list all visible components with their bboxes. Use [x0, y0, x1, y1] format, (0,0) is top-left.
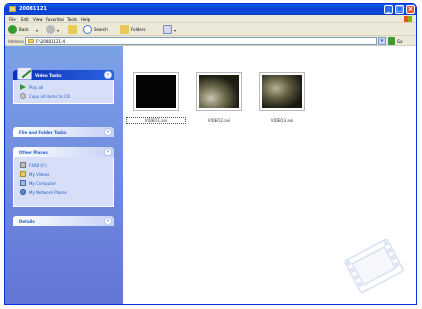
play-icon	[20, 84, 26, 90]
file-thumbnail[interactable]: VIDEO2.avi	[196, 72, 242, 123]
file-view[interactable]: VIDEO1.avi VIDEO2.avi VIDEO3.avi	[123, 46, 416, 304]
details-title: Details	[19, 219, 35, 224]
address-dropdown[interactable]: ▾	[378, 37, 386, 45]
cd-icon	[20, 93, 26, 99]
up-folder-button[interactable]	[68, 25, 78, 34]
windows-logo-icon	[404, 16, 412, 22]
file-folder-tasks-title: File and Folder Tasks	[19, 130, 67, 135]
task-label: Copy all items to CD	[29, 94, 70, 99]
search-label: Search	[94, 27, 108, 32]
videos-folder-icon	[20, 171, 26, 177]
video-thumbnail-image	[199, 75, 239, 108]
expand-icon[interactable]: »	[104, 128, 112, 136]
folder-icon	[9, 6, 16, 12]
address-path: F:\20081121-4	[36, 39, 66, 44]
maximize-button[interactable]: □	[395, 5, 404, 14]
menu-file[interactable]: File	[9, 17, 16, 22]
file-folder-tasks-header[interactable]: File and Folder Tasks »	[13, 127, 114, 137]
video-tasks-panel: Video Tasks « Play all Copy all items to…	[13, 67, 114, 104]
other-places-panel: Other Places « F4K8 (F:) My Videos My Co…	[13, 147, 114, 207]
details-panel: Details »	[13, 216, 114, 226]
toolbar: Back ▾ ▾ Search Folders ▾	[5, 23, 416, 36]
go-button[interactable]: Go	[397, 39, 403, 44]
details-header[interactable]: Details »	[13, 216, 114, 226]
back-label: Back	[19, 27, 29, 32]
chevron-down-icon: ▾	[380, 38, 384, 44]
video-tasks-title: Video Tasks	[35, 73, 62, 78]
title-bar[interactable]: 20081121 _ □ ×	[5, 4, 416, 15]
video-tasks-body: Play all Copy all items to CD	[13, 80, 114, 104]
video-tasks-icon	[17, 67, 32, 80]
other-places-header[interactable]: Other Places «	[13, 147, 114, 157]
thumbnail-frame	[133, 72, 179, 111]
folders-icon	[120, 25, 129, 34]
network-icon	[20, 189, 26, 195]
place-label: My Computer	[29, 181, 56, 186]
place-label: My Network Places	[29, 190, 67, 195]
menu-help[interactable]: Help	[81, 17, 90, 22]
task-pane: Video Tasks « Play all Copy all items to…	[5, 46, 123, 304]
window-title: 20081121	[19, 6, 47, 12]
views-icon	[163, 25, 172, 34]
back-arrow-icon	[8, 25, 17, 34]
chevron-down-icon: ▾	[36, 28, 39, 33]
menu-bar: File Edit View Favorites Tools Help	[5, 15, 416, 23]
thumbnail-frame	[196, 72, 242, 111]
task-label: Play all	[29, 85, 44, 90]
menu-edit[interactable]: Edit	[21, 17, 29, 22]
film-strip-watermark-icon	[344, 238, 404, 294]
menu-favorites[interactable]: Favorites	[46, 17, 64, 22]
place-label: My Videos	[29, 172, 50, 177]
file-thumbnail[interactable]: VIDEO3.avi	[259, 72, 305, 123]
chevron-down-icon: ▾	[174, 28, 177, 33]
collapse-icon[interactable]: «	[104, 148, 112, 156]
thumbnail-frame	[259, 72, 305, 111]
search-icon	[83, 25, 92, 34]
forward-button[interactable]: ▾	[46, 25, 64, 34]
explorer-window: 20081121 _ □ × File Edit View Favorites …	[4, 3, 417, 305]
menu-view[interactable]: View	[33, 17, 43, 22]
video-tasks-header[interactable]: Video Tasks «	[13, 67, 114, 80]
other-places-title: Other Places	[19, 150, 48, 155]
file-name[interactable]: VIDEO1.avi	[126, 117, 186, 124]
go-arrow-icon[interactable]	[388, 37, 395, 45]
folders-label: Folders	[131, 27, 146, 32]
menu-tools[interactable]: Tools	[67, 17, 77, 22]
close-icon: ×	[407, 5, 414, 13]
search-button[interactable]: Search	[83, 25, 117, 34]
forward-arrow-icon	[46, 25, 55, 34]
file-name[interactable]: VIDEO3.avi	[253, 118, 311, 123]
chevron-down-icon: ▾	[57, 28, 60, 33]
collapse-icon[interactable]: «	[104, 71, 112, 79]
maximize-icon: □	[396, 5, 403, 13]
folder-icon	[28, 39, 34, 43]
other-places-body: F4K8 (F:) My Videos My Computer My Netwo…	[13, 157, 114, 207]
address-bar: Address F:\20081121-4 ▾ Go	[5, 36, 416, 46]
back-button[interactable]: Back ▾	[8, 25, 42, 34]
computer-icon	[20, 180, 26, 186]
address-field[interactable]: F:\20081121-4	[25, 37, 377, 45]
place-label: F4K8 (F:)	[29, 163, 47, 168]
up-folder-icon	[68, 25, 77, 34]
minimize-button[interactable]: _	[384, 5, 393, 14]
file-folder-tasks-panel: File and Folder Tasks »	[13, 127, 114, 137]
address-label: Address	[8, 39, 24, 44]
drive-icon	[20, 162, 26, 168]
views-button[interactable]: ▾	[163, 25, 181, 34]
video-thumbnail-image	[262, 75, 302, 108]
expand-icon[interactable]: »	[104, 217, 112, 225]
file-name[interactable]: VIDEO2.avi	[190, 118, 248, 123]
minimize-icon: _	[386, 5, 391, 13]
file-thumbnail[interactable]: VIDEO1.avi	[126, 72, 186, 124]
close-button[interactable]: ×	[406, 5, 415, 14]
folders-button[interactable]: Folders	[120, 25, 158, 34]
video-thumbnail-image	[136, 75, 176, 108]
